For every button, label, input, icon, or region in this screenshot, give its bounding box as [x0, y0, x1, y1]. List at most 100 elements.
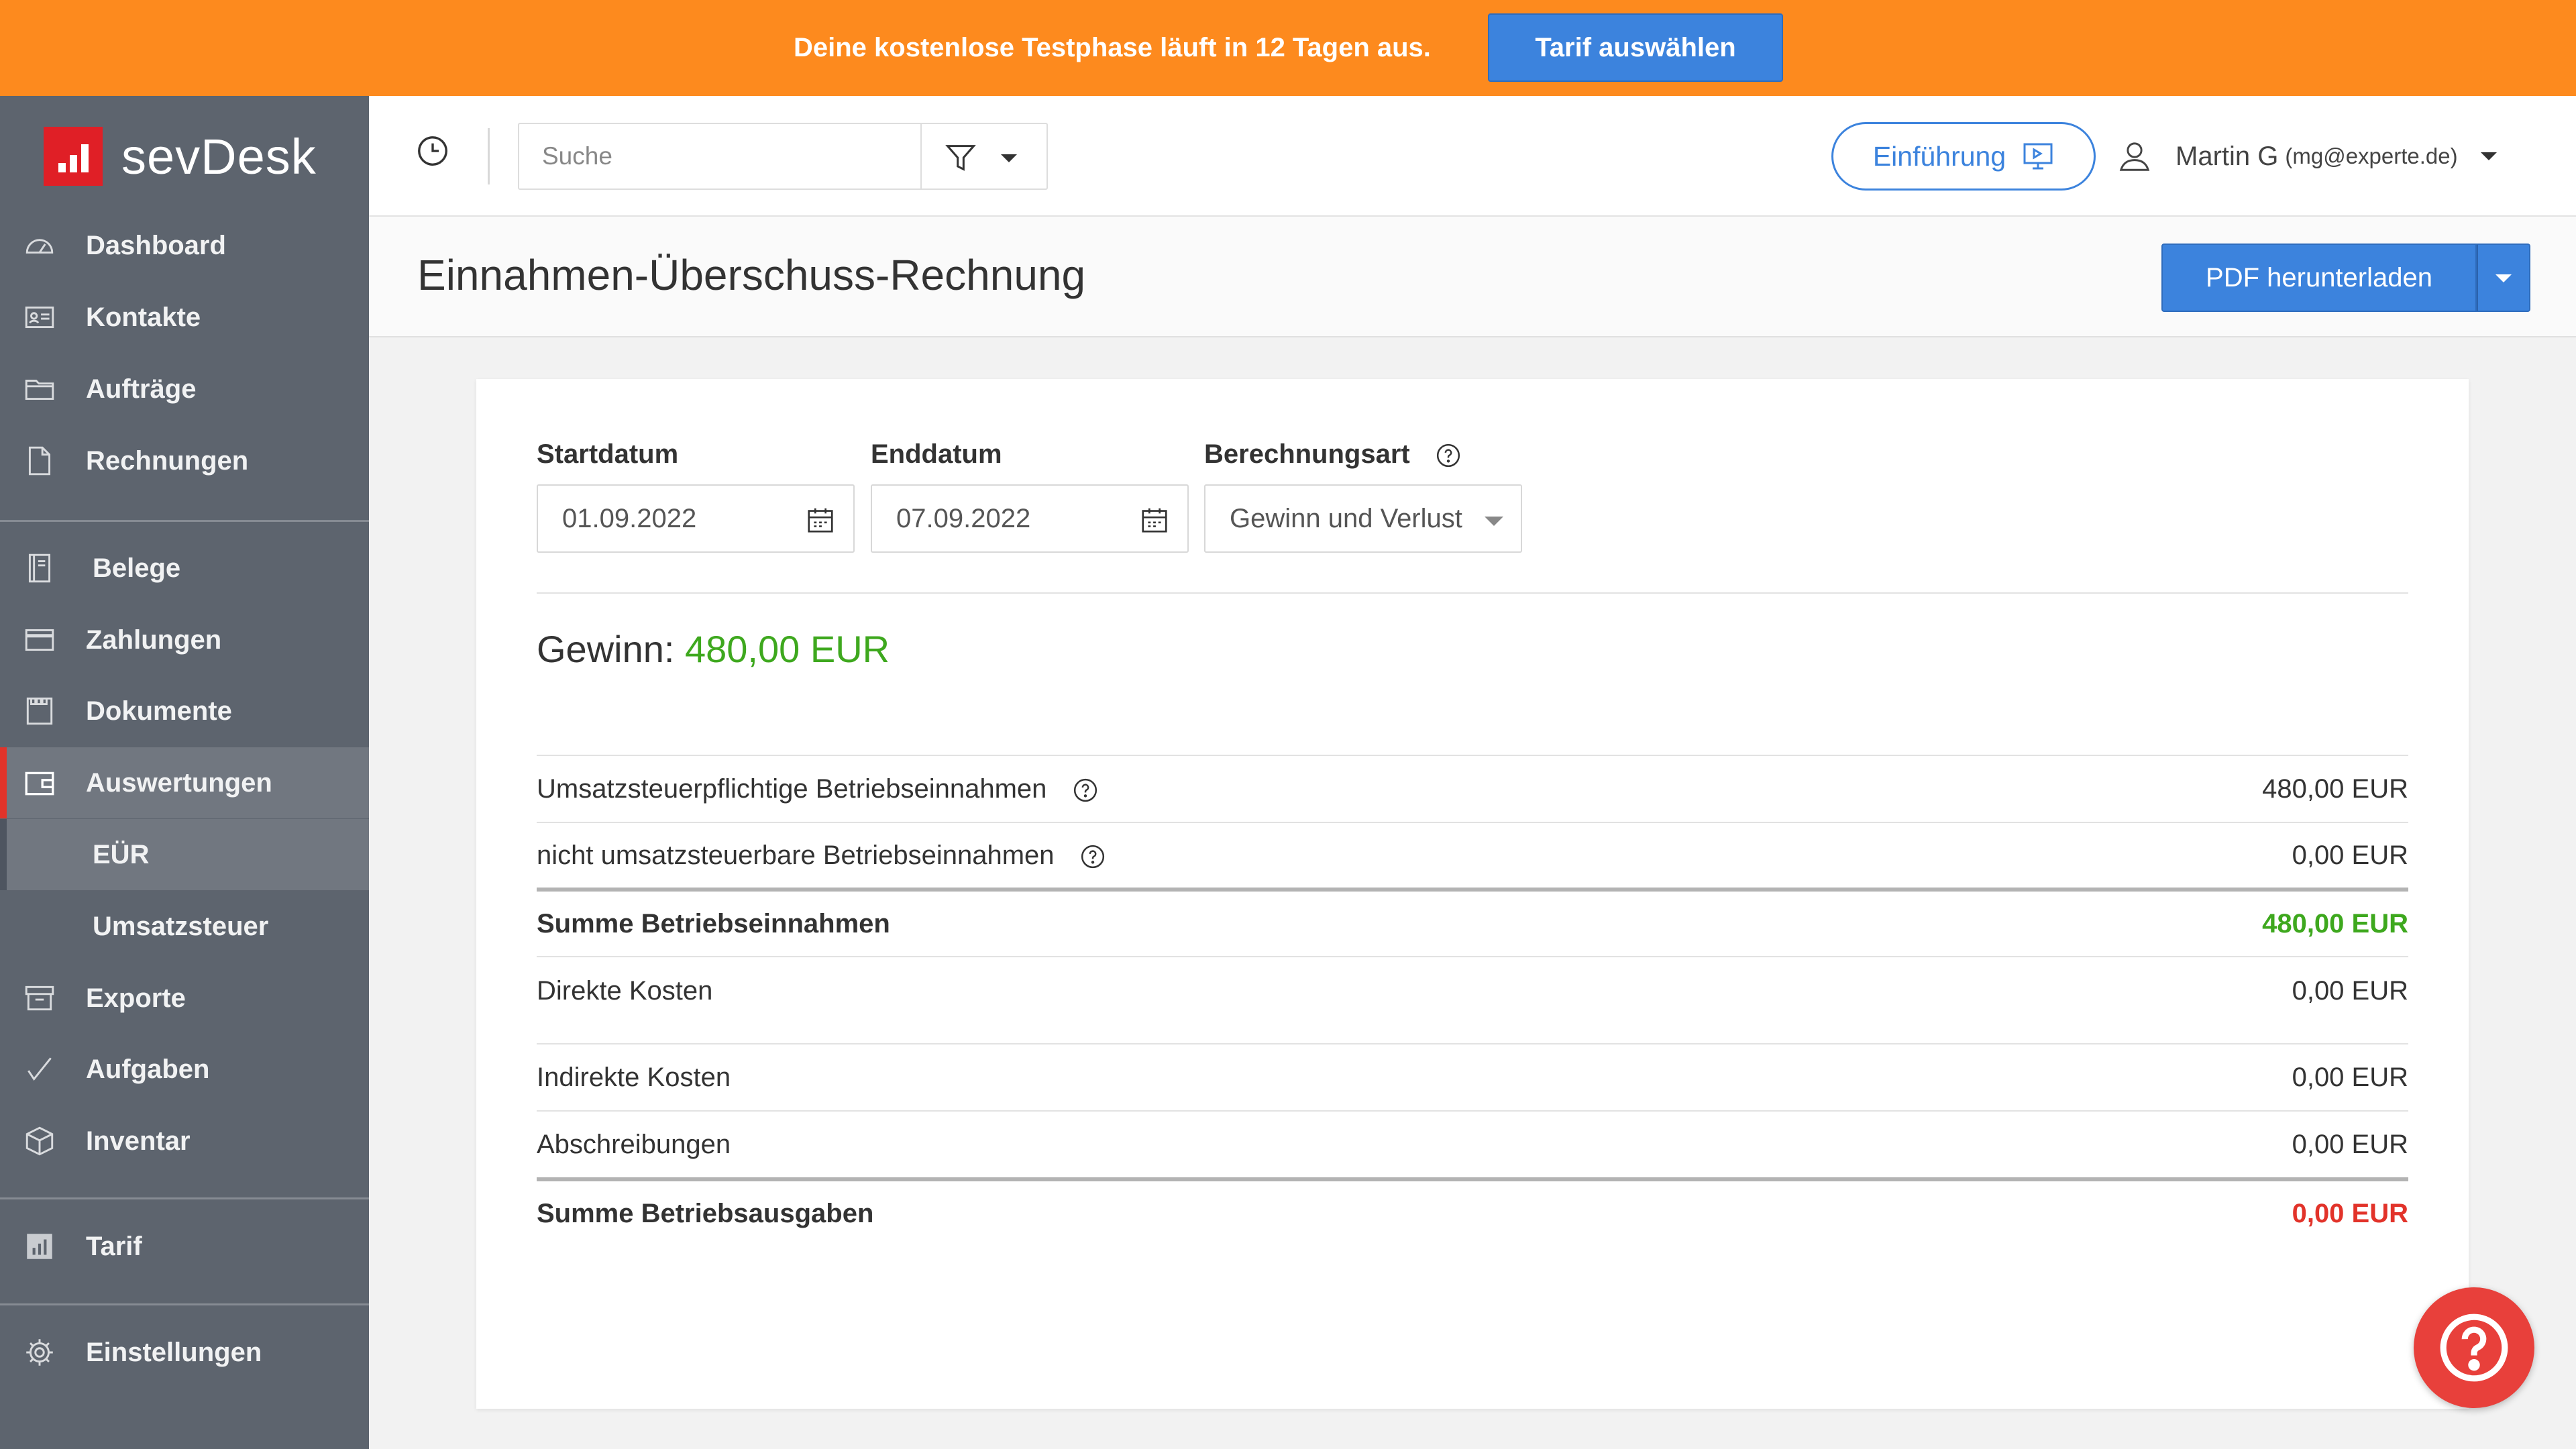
sidebar-item-receipts[interactable]: Belege: [0, 533, 369, 604]
profit-value: 480,00 EUR: [685, 628, 890, 670]
contact-card-icon: [21, 299, 58, 335]
user-icon: [2119, 142, 2150, 171]
gear-icon: [21, 1334, 58, 1371]
chevron-down-icon: [2480, 152, 2497, 160]
sidebar-item-label: Aufträge: [86, 374, 197, 404]
sidebar-item-plan[interactable]: Tarif: [0, 1211, 369, 1282]
sidebar-item-reports[interactable]: Auswertungen: [0, 747, 369, 818]
sidebar-item-contacts[interactable]: Kontakte: [0, 282, 369, 353]
checkmark-icon: [21, 1051, 58, 1087]
page-header: Einnahmen-Überschuss-Rechnung PDF herunt…: [369, 217, 2576, 337]
sidebar-item-label: Aufgaben: [86, 1054, 210, 1084]
receipt-icon: [21, 550, 58, 586]
wallet-icon: [21, 765, 58, 801]
sidebar-item-inventory[interactable]: Inventar: [0, 1106, 369, 1177]
sidebar-item-label: Dashboard: [86, 230, 226, 260]
row-amount: 0,00 EUR: [2292, 1062, 2408, 1092]
chevron-down-icon: [1485, 517, 1503, 526]
trial-banner: Deine kostenlose Testphase läuft in 12 T…: [0, 0, 2576, 96]
table-row: Indirekte Kosten 0,00 EUR: [537, 1044, 2408, 1110]
pdf-download-button[interactable]: PDF herunterladen: [2161, 244, 2477, 312]
sidebar-item-exports[interactable]: Exporte: [0, 963, 369, 1034]
table-row: Umsatzsteuerpflichtige Betriebseinnahmen…: [537, 756, 2408, 822]
dashboard-icon: [21, 227, 58, 264]
table-row-total-income: Summe Betriebseinnahmen 480,00 EUR: [537, 892, 2408, 956]
sidebar-item-vat[interactable]: Umsatzsteuer: [0, 891, 369, 962]
sidebar-item-documents[interactable]: Dokumente: [0, 676, 369, 747]
sidebar-item-label: Einstellungen: [86, 1337, 262, 1367]
documents-icon: [21, 693, 58, 729]
row-label: Direkte Kosten: [537, 975, 713, 1006]
topbar: Suche Einführung Martin G (mg@experte.de…: [369, 96, 2576, 217]
sidebar-item-label: Inventar: [86, 1126, 191, 1156]
search-input[interactable]: Suche: [518, 123, 922, 190]
sidebar-item-label: Exporte: [86, 983, 186, 1013]
trial-banner-text: Deine kostenlose Testphase läuft in 12 T…: [794, 33, 1431, 62]
row-label: Summe Betriebseinnahmen: [537, 908, 890, 938]
row-label: Umsatzsteuerpflichtige Betriebseinnahmen: [537, 774, 1099, 804]
chevron-down-icon: [2496, 274, 2512, 282]
sidebar-item-dashboard[interactable]: Dashboard: [0, 210, 369, 281]
help-circle-icon[interactable]: [1079, 843, 1106, 870]
sidebar-item-label: Umsatzsteuer: [93, 911, 269, 941]
end-date-input[interactable]: 07.09.2022: [871, 484, 1189, 553]
section-divider: [537, 592, 2408, 594]
choose-plan-button[interactable]: Tarif auswählen: [1488, 13, 1783, 82]
sidebar-item-tasks[interactable]: Aufgaben: [0, 1034, 369, 1105]
sidebar-item-payments[interactable]: Zahlungen: [0, 604, 369, 676]
page-title: Einnahmen-Überschuss-Rechnung: [417, 251, 1086, 299]
sidebar-item-label: Tarif: [86, 1231, 142, 1261]
user-menu[interactable]: Martin G (mg@experte.de): [2116, 123, 2497, 190]
row-amount: 0,00 EUR: [2292, 1198, 2408, 1228]
introduction-button[interactable]: Einführung: [1831, 122, 2096, 191]
introduction-button-label: Einführung: [1872, 140, 2006, 172]
help-chat-button[interactable]: [2414, 1287, 2534, 1408]
sidebar: sevDesk Dashboard Kontakte Aufträge Rech…: [0, 96, 369, 1449]
sidebar-item-invoices[interactable]: Rechnungen: [0, 425, 369, 496]
credit-card-icon: [21, 622, 58, 658]
filter-dropdown[interactable]: [920, 123, 1048, 190]
row-amount: 0,00 EUR: [2292, 840, 2408, 870]
calc-type-select[interactable]: Gewinn und Verlust: [1204, 484, 1522, 553]
profit-summary: Gewinn: 480,00 EUR: [537, 627, 890, 671]
row-label-text: nicht umsatzsteuerbare Betriebseinnahmen: [537, 840, 1055, 870]
report-card: Startdatum 01.09.2022 Enddatum 07.09.202…: [476, 379, 2469, 1409]
document-icon: [21, 443, 58, 479]
end-date-label: Enddatum: [871, 439, 1002, 469]
table-row: Abschreibungen 0,00 EUR: [537, 1112, 2408, 1177]
calc-type-value: Gewinn und Verlust: [1230, 504, 1462, 533]
row-amount: 480,00 EUR: [2262, 908, 2408, 938]
archive-box-icon: [21, 980, 58, 1016]
user-name: Martin G: [2176, 141, 2279, 171]
table-row: Direkte Kosten 0,00 EUR: [537, 957, 2408, 1024]
sidebar-item-label: Belege: [93, 553, 181, 583]
sidebar-item-eur[interactable]: EÜR: [0, 819, 369, 890]
row-label: nicht umsatzsteuerbare Betriebseinnahmen: [537, 841, 1106, 871]
row-label-text: Umsatzsteuerpflichtige Betriebseinnahmen: [537, 773, 1047, 804]
folder-icon: [21, 371, 58, 407]
table-row-total-expenses: Summe Betriebsausgaben 0,00 EUR: [537, 1181, 2408, 1246]
history-clock-icon[interactable]: [415, 133, 451, 169]
start-date-input[interactable]: 01.09.2022: [537, 484, 855, 553]
sidebar-divider: [0, 1303, 369, 1305]
user-email: (mg@experte.de): [2285, 144, 2458, 168]
start-date-label: Startdatum: [537, 439, 679, 469]
pdf-options-dropdown[interactable]: [2477, 244, 2530, 312]
sidebar-item-label: EÜR: [93, 839, 150, 869]
logo[interactable]: sevDesk: [44, 126, 317, 186]
help-circle-icon[interactable]: [1435, 442, 1462, 469]
row-amount: 480,00 EUR: [2262, 773, 2408, 804]
filter-icon: [945, 145, 976, 171]
calendar-icon[interactable]: [805, 504, 836, 535]
brand-name: sevDesk: [121, 128, 317, 184]
bar-chart-icon: [21, 1228, 58, 1265]
sidebar-item-orders[interactable]: Aufträge: [0, 354, 369, 425]
toolbar-divider: [488, 128, 490, 184]
calc-type-label: Berechnungsart: [1204, 439, 1462, 470]
sidebar-item-label: Rechnungen: [86, 445, 249, 476]
sidebar-item-label: Dokumente: [86, 696, 232, 726]
calc-type-label-text: Berechnungsart: [1204, 439, 1410, 469]
help-circle-icon[interactable]: [1072, 777, 1099, 804]
sidebar-item-settings[interactable]: Einstellungen: [0, 1317, 369, 1388]
calendar-icon[interactable]: [1139, 504, 1170, 535]
